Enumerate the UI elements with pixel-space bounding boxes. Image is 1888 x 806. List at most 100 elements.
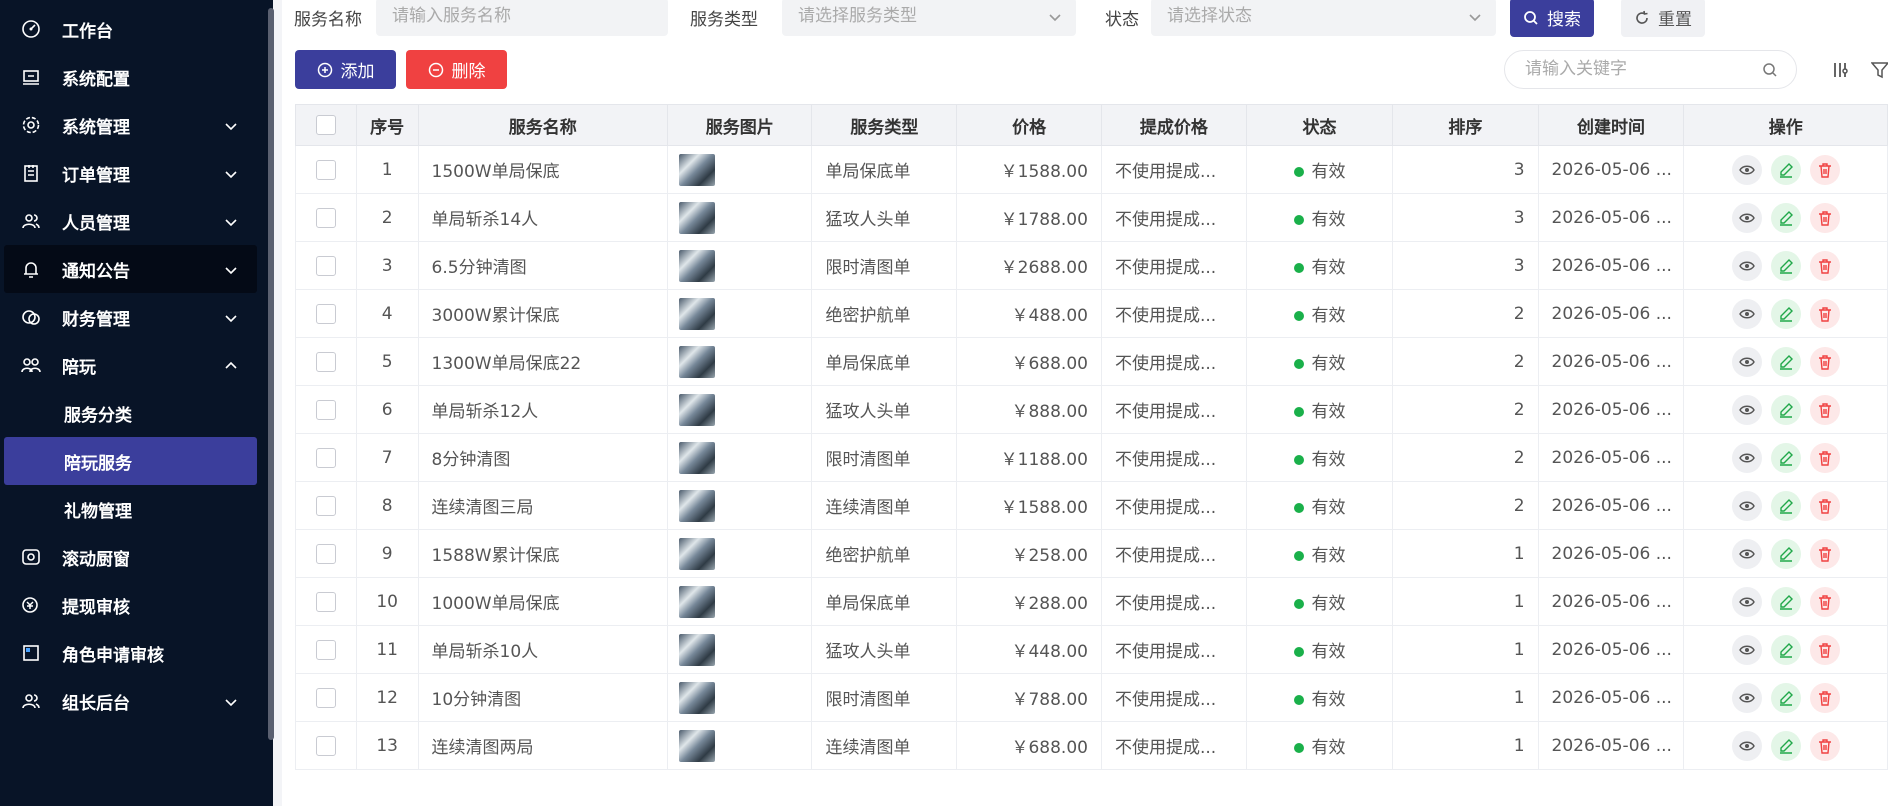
row-checkbox[interactable]: [315, 447, 336, 468]
sidebar-item[interactable]: 礼物管理: [0, 485, 265, 533]
table-row[interactable]: 5 1300W单局保底22 单局保底单 ￥688.00 不使用提成... 有效 2 2026-…: [295, 337, 1888, 386]
sidebar-item[interactable]: 陪玩服务: [4, 437, 257, 485]
sidebar-item[interactable]: 订单管理: [0, 149, 265, 197]
delete-icon[interactable]: [1809, 298, 1840, 329]
sidebar-item[interactable]: 服务分类: [0, 389, 265, 437]
table-row[interactable]: 9 1588W累计保底 绝密护航单 ￥258.00 不使用提成... 有效 1 2026-05…: [295, 529, 1888, 578]
sidebar-scrollbar[interactable]: [268, 8, 274, 740]
delete-icon[interactable]: [1809, 442, 1840, 473]
table-row[interactable]: 6 单局斩杀12人 猛攻人头单 ￥888.00 不使用提成... 有效 2 2026-05-0…: [295, 385, 1888, 434]
edit-icon[interactable]: [1770, 394, 1801, 425]
table-row[interactable]: 11 单局斩杀10人 猛攻人头单 ￥448.00 不使用提成... 有效 1 2026-05-…: [295, 625, 1888, 674]
columns-settings-icon[interactable]: [1831, 60, 1851, 80]
view-icon[interactable]: [1731, 394, 1762, 425]
view-icon[interactable]: [1731, 730, 1762, 761]
delete-icon[interactable]: [1809, 394, 1840, 425]
table-row[interactable]: 13 连续清图两局 连续清图单 ￥688.00 不使用提成... 有效 1 2026-05-0…: [295, 721, 1888, 770]
edit-icon[interactable]: [1770, 250, 1801, 281]
sidebar-item[interactable]: 通知公告: [4, 245, 257, 293]
sidebar-item[interactable]: 系统管理: [0, 101, 265, 149]
service-image[interactable]: [679, 393, 716, 426]
table-row[interactable]: 2 单局斩杀14人 猛攻人头单 ￥1788.00 不使用提成... 有效 3 2026-05-…: [295, 193, 1888, 242]
table-row[interactable]: 10 1000W单局保底 单局保底单 ￥288.00 不使用提成... 有效 1 2026-0…: [295, 577, 1888, 626]
service-image[interactable]: [679, 633, 716, 666]
edit-icon[interactable]: [1770, 586, 1801, 617]
view-icon[interactable]: [1731, 202, 1762, 233]
delete-icon[interactable]: [1809, 634, 1840, 665]
table-row[interactable]: 8 连续清图三局 连续清图单 ￥1588.00 不使用提成... 有效 2 2026-05-0…: [295, 481, 1888, 530]
add-button[interactable]: 添加: [295, 50, 396, 89]
edit-icon[interactable]: [1770, 730, 1801, 761]
view-icon[interactable]: [1731, 250, 1762, 281]
sidebar-item[interactable]: 财务管理: [0, 293, 265, 341]
delete-icon[interactable]: [1809, 730, 1840, 761]
delete-icon[interactable]: [1809, 586, 1840, 617]
table-row[interactable]: 12 10分钟清图 限时清图单 ￥788.00 不使用提成... 有效 1 2026-05-0…: [295, 673, 1888, 722]
view-icon[interactable]: [1731, 154, 1762, 185]
table-row[interactable]: 1 1500W单局保底 单局保底单 ￥1588.00 不使用提成... 有效 3 2026-0…: [295, 145, 1888, 194]
service-image[interactable]: [679, 585, 716, 618]
row-checkbox[interactable]: [315, 495, 336, 516]
delete-icon[interactable]: [1809, 538, 1840, 569]
service-image[interactable]: [679, 153, 716, 186]
view-icon[interactable]: [1731, 490, 1762, 521]
service-image[interactable]: [679, 297, 716, 330]
delete-button[interactable]: 删除: [406, 50, 507, 89]
service-image[interactable]: [679, 729, 716, 762]
edit-icon[interactable]: [1770, 154, 1801, 185]
edit-icon[interactable]: [1770, 298, 1801, 329]
service-image[interactable]: [679, 345, 716, 378]
sidebar-item[interactable]: 组长后台: [0, 677, 265, 725]
delete-icon[interactable]: [1809, 682, 1840, 713]
service-type-select[interactable]: 请选择服务类型: [782, 0, 1076, 36]
service-image[interactable]: [679, 489, 716, 522]
sidebar-item[interactable]: 工作台: [0, 5, 265, 53]
row-checkbox[interactable]: [315, 207, 336, 228]
delete-icon[interactable]: [1809, 202, 1840, 233]
sidebar-item[interactable]: 角色申请审核: [0, 629, 265, 677]
filter-icon[interactable]: [1871, 60, 1888, 80]
row-checkbox[interactable]: [315, 255, 336, 276]
delete-icon[interactable]: [1809, 490, 1840, 521]
sidebar-item[interactable]: 滚动厨窗: [0, 533, 265, 581]
row-checkbox[interactable]: [315, 735, 336, 756]
view-icon[interactable]: [1731, 442, 1762, 473]
edit-icon[interactable]: [1770, 202, 1801, 233]
service-image[interactable]: [679, 537, 716, 570]
view-icon[interactable]: [1731, 538, 1762, 569]
view-icon[interactable]: [1731, 682, 1762, 713]
edit-icon[interactable]: [1770, 442, 1801, 473]
sidebar-item[interactable]: 提现审核: [0, 581, 265, 629]
edit-icon[interactable]: [1770, 634, 1801, 665]
delete-icon[interactable]: [1809, 154, 1840, 185]
service-image[interactable]: [679, 201, 716, 234]
view-icon[interactable]: [1731, 298, 1762, 329]
edit-icon[interactable]: [1770, 346, 1801, 377]
sidebar-item[interactable]: 系统配置: [0, 53, 265, 101]
row-checkbox[interactable]: [315, 351, 336, 372]
service-image[interactable]: [679, 249, 716, 282]
row-checkbox[interactable]: [315, 591, 336, 612]
view-icon[interactable]: [1731, 346, 1762, 377]
view-icon[interactable]: [1731, 634, 1762, 665]
row-checkbox[interactable]: [315, 159, 336, 180]
service-image[interactable]: [679, 681, 716, 714]
search-button[interactable]: 搜索: [1510, 0, 1594, 37]
edit-icon[interactable]: [1770, 682, 1801, 713]
keyword-search-input[interactable]: 请输入关键字: [1504, 50, 1797, 89]
sidebar-item[interactable]: 陪玩: [0, 341, 265, 389]
service-image[interactable]: [679, 441, 716, 474]
delete-icon[interactable]: [1809, 346, 1840, 377]
service-name-input[interactable]: 请输入服务名称: [376, 0, 668, 36]
edit-icon[interactable]: [1770, 538, 1801, 569]
table-row[interactable]: 4 3000W累计保底 绝密护航单 ￥488.00 不使用提成... 有效 2 2026-05…: [295, 289, 1888, 338]
table-row[interactable]: 7 8分钟清图 限时清图单 ￥1188.00 不使用提成... 有效 2 2026-05-06…: [295, 433, 1888, 482]
select-all-checkbox[interactable]: [315, 115, 336, 135]
view-icon[interactable]: [1731, 586, 1762, 617]
row-checkbox[interactable]: [315, 303, 336, 324]
row-checkbox[interactable]: [315, 687, 336, 708]
sidebar-item[interactable]: 人员管理: [0, 197, 265, 245]
reset-button[interactable]: 重置: [1621, 0, 1705, 37]
edit-icon[interactable]: [1770, 490, 1801, 521]
row-checkbox[interactable]: [315, 543, 336, 564]
